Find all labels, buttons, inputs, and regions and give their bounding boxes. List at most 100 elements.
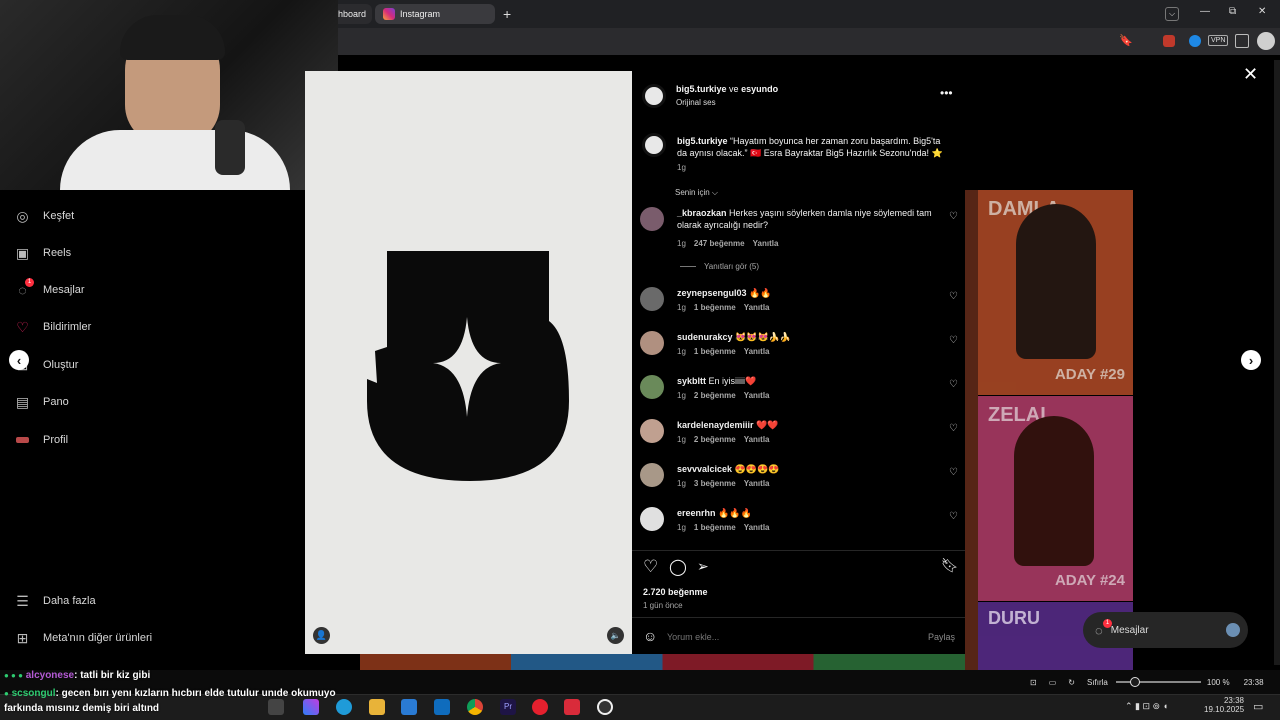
taskbar-clock[interactable]: 23:38 19.10.2025 bbox=[1204, 696, 1244, 714]
view-replies[interactable]: Yanıtları gör (5) bbox=[680, 262, 759, 271]
minimize-button[interactable]: — bbox=[1200, 6, 1210, 17]
reply-button[interactable]: Yanıtla bbox=[744, 435, 770, 444]
reply-button[interactable]: Yanıtla bbox=[744, 391, 770, 400]
comment-likes[interactable]: 1 beğenme bbox=[694, 347, 736, 356]
comment-user[interactable]: zeynepsengul03 bbox=[677, 288, 747, 298]
share-icon[interactable]: ➢ bbox=[697, 558, 709, 575]
sidebar-meta-products[interactable]: ⊞ Meta'nın diğer ürünleri bbox=[14, 627, 152, 649]
new-tab-button[interactable]: + bbox=[503, 6, 511, 22]
maximize-button[interactable]: ⧉ bbox=[1229, 6, 1236, 17]
screenshot-icon[interactable]: ⊡ bbox=[1030, 678, 1037, 687]
tab-list-chevron-icon[interactable]: ⌵ bbox=[1165, 7, 1179, 21]
extensions-icon[interactable] bbox=[1235, 34, 1249, 48]
sidebar-item-notifications[interactable]: ♡ Bildirimler bbox=[14, 316, 91, 338]
scrollbar[interactable] bbox=[1274, 60, 1280, 665]
sidebar-item-dashboard[interactable]: ▤ Pano bbox=[14, 391, 69, 413]
comment-likes[interactable]: 2 beğenme bbox=[694, 435, 736, 444]
avatar[interactable] bbox=[642, 133, 666, 157]
bookmark-icon[interactable]: 🔖 bbox=[1119, 34, 1133, 47]
opera-icon[interactable] bbox=[532, 699, 548, 715]
sidebar-item-label: Oluştur bbox=[43, 359, 79, 371]
messages-button[interactable]: ◌ 1 Mesajlar bbox=[1083, 612, 1248, 648]
sidebar-item-explore[interactable]: ◎ Keşfet bbox=[14, 205, 74, 227]
comment-likes[interactable]: 247 beğenme bbox=[694, 239, 745, 248]
vivaldi-icon[interactable] bbox=[564, 699, 580, 715]
like-comment-icon[interactable]: ♡ bbox=[949, 335, 958, 346]
avatar[interactable] bbox=[640, 331, 664, 355]
more-options-icon[interactable]: ••• bbox=[940, 86, 953, 100]
tray-icons[interactable]: ⌃ ▮ ⊡ ⊚ ◖ bbox=[1125, 701, 1168, 712]
avatar[interactable] bbox=[642, 84, 666, 108]
post-media[interactable]: 👤 🔈 bbox=[305, 71, 632, 654]
comment-likes[interactable]: 1 beğenme bbox=[694, 523, 736, 532]
comment-user[interactable]: kardelenaydemiiir bbox=[677, 420, 754, 430]
reply-button[interactable]: Yanıtla bbox=[744, 347, 770, 356]
sidebar-item-messages[interactable]: ◌ 1 Mesajlar bbox=[14, 277, 85, 301]
coauthor-link[interactable]: esyundo bbox=[741, 84, 778, 94]
avatar[interactable] bbox=[640, 463, 664, 487]
avatar[interactable] bbox=[640, 207, 664, 231]
comment-likes[interactable]: 2 beğenme bbox=[694, 391, 736, 400]
avatar[interactable] bbox=[640, 375, 664, 399]
like-icon[interactable]: ♡ bbox=[643, 557, 658, 577]
extension-icon[interactable] bbox=[1163, 35, 1175, 47]
tab-instagram[interactable]: Instagram bbox=[375, 4, 495, 24]
avatar bbox=[1226, 623, 1240, 637]
next-post-button[interactable]: › bbox=[1241, 350, 1261, 370]
comment-user[interactable]: _kbraozkan bbox=[677, 208, 727, 218]
comment-filter[interactable]: Senin için ⌵ bbox=[675, 188, 718, 198]
mute-icon[interactable]: 🔈 bbox=[607, 627, 624, 644]
sidebar-more[interactable]: ☰ Daha fazla bbox=[14, 590, 95, 612]
sidebar-item-profile[interactable]: Profil bbox=[14, 429, 68, 451]
tag-user-icon[interactable]: 👤 bbox=[313, 627, 330, 644]
profile-avatar[interactable] bbox=[1257, 32, 1275, 50]
comment-likes[interactable]: 1 beğenme bbox=[694, 303, 736, 312]
comment-user[interactable]: sudenurakcy bbox=[677, 332, 733, 342]
zoom-slider[interactable] bbox=[1115, 677, 1201, 687]
author-link[interactable]: big5.turkiye bbox=[676, 84, 727, 94]
close-window-button[interactable]: ✕ bbox=[1258, 6, 1266, 17]
browser-status-bar: ⊡ ▭ ↻ Sıfırla 100 % 23:38 bbox=[1030, 672, 1280, 692]
reset-zoom-button[interactable]: Sıfırla bbox=[1087, 678, 1108, 687]
reply-button[interactable]: Yanıtla bbox=[744, 479, 770, 488]
reply-button[interactable]: Yanıtla bbox=[744, 523, 770, 532]
comment-user[interactable]: ereenrhn bbox=[677, 508, 716, 518]
save-icon[interactable]: 🔖︎ bbox=[941, 557, 959, 574]
like-comment-icon[interactable]: ♡ bbox=[949, 379, 958, 390]
extension-icon[interactable] bbox=[1189, 35, 1201, 47]
obs-icon[interactable] bbox=[597, 699, 613, 715]
avatar[interactable] bbox=[640, 287, 664, 311]
tile-icon[interactable]: ▭ bbox=[1049, 678, 1057, 687]
like-comment-icon[interactable]: ♡ bbox=[949, 467, 958, 478]
notification-center-icon[interactable]: ▭ bbox=[1253, 700, 1263, 713]
avatar[interactable] bbox=[640, 419, 664, 443]
comment-row: _kbraozkan Herkes yaşını söylerken damla… bbox=[640, 207, 960, 251]
comment-icon[interactable]: ◯ bbox=[669, 557, 687, 577]
avatar[interactable] bbox=[640, 507, 664, 531]
vpn-button[interactable]: VPN bbox=[1208, 35, 1229, 46]
emoji-icon[interactable]: ☺ bbox=[643, 628, 657, 644]
audio-label[interactable]: Orijinal ses bbox=[676, 98, 716, 107]
previous-post-button[interactable]: ‹ bbox=[9, 350, 29, 370]
comment-likes[interactable]: 3 beğenme bbox=[694, 479, 736, 488]
background-card[interactable]: DAMLA ADAY #29 bbox=[978, 190, 1133, 395]
comment-user[interactable]: sykbltt bbox=[677, 376, 706, 386]
background-card[interactable]: ZELAL ADAY #24 bbox=[978, 396, 1133, 601]
post-comment-button[interactable]: Paylaş bbox=[928, 632, 955, 642]
reply-button[interactable]: Yanıtla bbox=[753, 239, 779, 248]
like-comment-icon[interactable]: ♡ bbox=[949, 423, 958, 434]
comment-user[interactable]: sevvvalcicek bbox=[677, 464, 732, 474]
likes-count[interactable]: 2.720 beğenme bbox=[643, 587, 708, 597]
sync-icon[interactable]: ↻ bbox=[1068, 678, 1075, 687]
comment-text: ❤️❤️ bbox=[756, 420, 779, 430]
like-comment-icon[interactable]: ♡ bbox=[949, 291, 958, 302]
streamer-hair bbox=[120, 15, 225, 60]
like-comment-icon[interactable]: ♡ bbox=[949, 211, 958, 222]
caption-user[interactable]: big5.turkiye bbox=[677, 136, 728, 146]
like-comment-icon[interactable]: ♡ bbox=[949, 511, 958, 522]
reply-button[interactable]: Yanıtla bbox=[744, 303, 770, 312]
comment-input[interactable] bbox=[667, 629, 907, 645]
premiere-icon[interactable]: Pr bbox=[500, 699, 516, 715]
sidebar-item-reels[interactable]: ▣ Reels bbox=[14, 242, 71, 264]
close-icon[interactable]: ✕ bbox=[1243, 64, 1258, 85]
